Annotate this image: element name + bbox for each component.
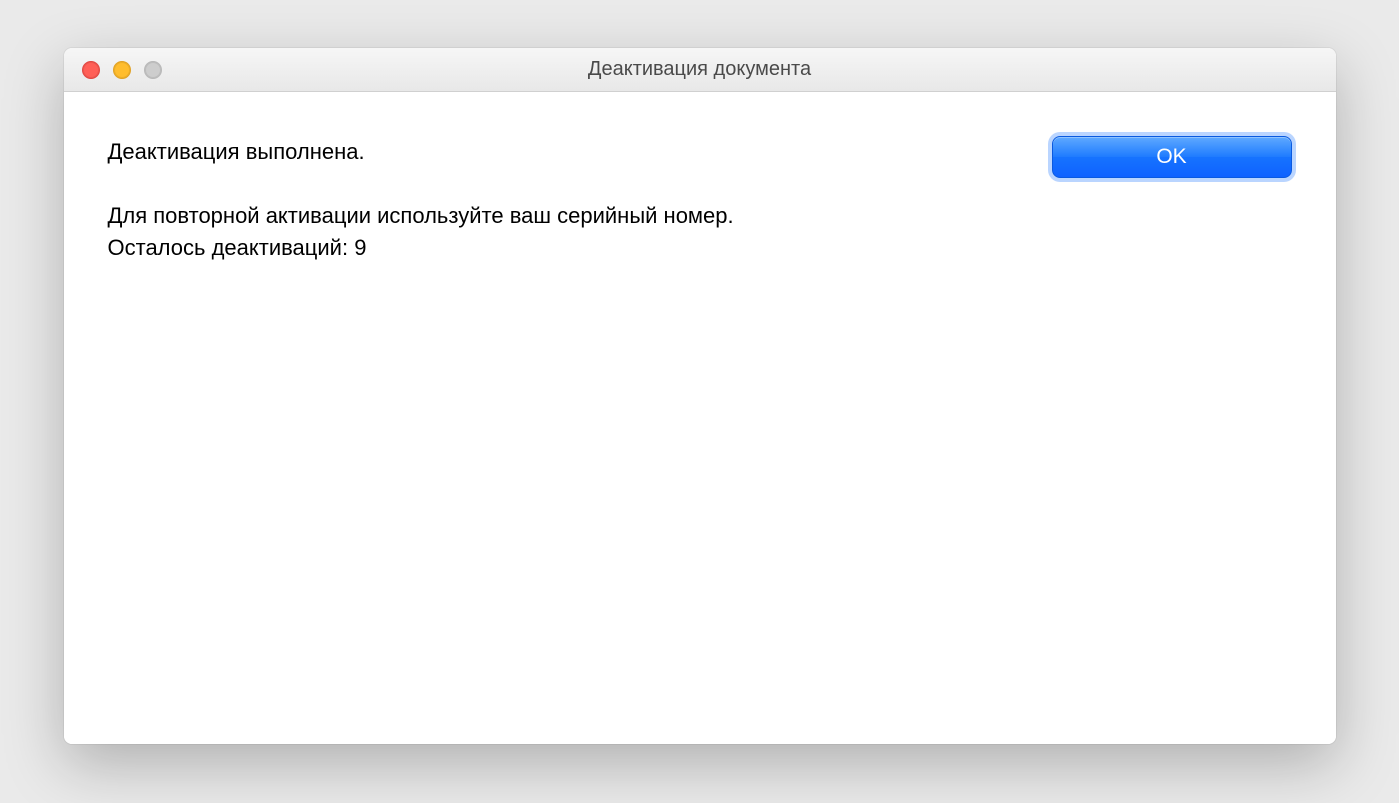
- message-line-2: Осталось деактиваций: 9: [108, 232, 1012, 264]
- window-title: Деактивация документа: [64, 58, 1336, 81]
- dialog-content: Деактивация выполнена. Для повторной акт…: [64, 92, 1336, 744]
- message-line-1: Для повторной активации используйте ваш …: [108, 200, 1012, 232]
- button-area: OK: [1052, 136, 1292, 178]
- traffic-lights: [64, 61, 162, 79]
- close-icon[interactable]: [82, 61, 100, 79]
- titlebar: Деактивация документа: [64, 48, 1336, 92]
- minimize-icon[interactable]: [113, 61, 131, 79]
- message-area: Деактивация выполнена. Для повторной акт…: [108, 136, 1012, 264]
- message-heading: Деактивация выполнена.: [108, 136, 1012, 168]
- dialog-window: Деактивация документа Деактивация выполн…: [64, 48, 1336, 744]
- ok-button[interactable]: OK: [1052, 136, 1292, 178]
- zoom-icon: [144, 61, 162, 79]
